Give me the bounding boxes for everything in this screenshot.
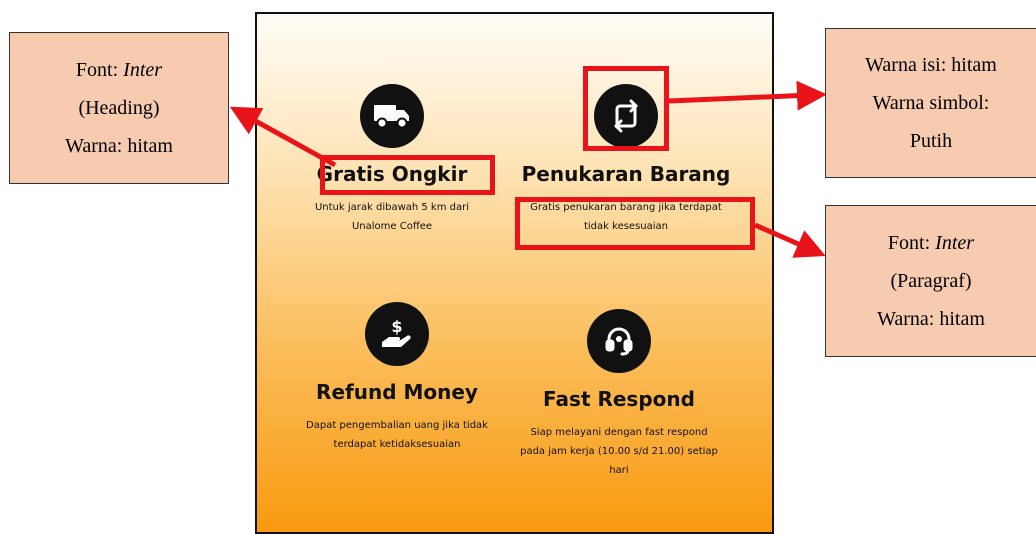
note-symbol-value: Putih bbox=[909, 130, 953, 152]
icon-note: Warna isi: hitam Warna simbol: Putih bbox=[825, 28, 1036, 178]
heading-note: Font: Inter (Heading) Warna: hitam bbox=[9, 32, 229, 184]
note-kind-line: (Paragraf) bbox=[890, 270, 972, 292]
note-font-line: Font: Inter bbox=[887, 232, 975, 254]
note-fill-line: Warna isi: hitam bbox=[865, 54, 997, 76]
paragraph-note: Font: Inter (Paragraf) Warna: hitam bbox=[825, 205, 1036, 357]
arrow-to-icon-note bbox=[668, 80, 827, 111]
note-kind-line: (Heading) bbox=[78, 97, 160, 119]
note-color-line: Warna: hitam bbox=[877, 308, 985, 330]
note-symbol-label: Warna simbol: bbox=[872, 92, 990, 114]
note-font-line: Font: Inter bbox=[75, 59, 163, 81]
arrow-to-paragraph-note bbox=[753, 222, 826, 258]
note-color-line: Warna: hitam bbox=[65, 135, 173, 157]
arrow-to-heading-note bbox=[229, 106, 337, 168]
